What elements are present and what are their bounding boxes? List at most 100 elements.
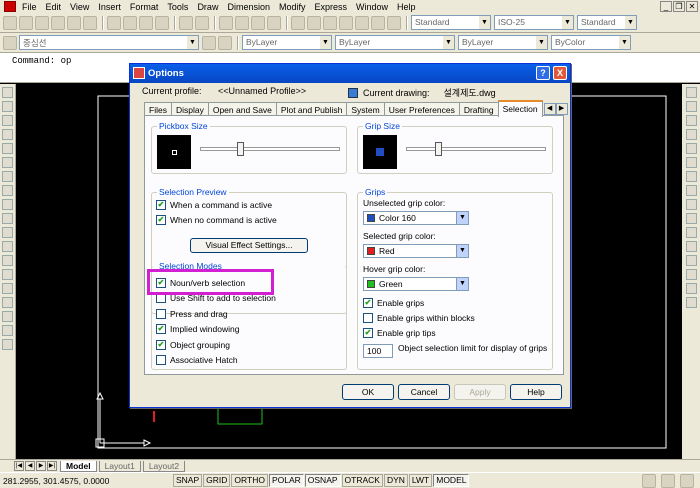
tab-layout2[interactable]: Layout2: [142, 460, 186, 472]
dialog-titlebar[interactable]: Options ? X: [130, 64, 570, 83]
visual-effect-settings-button[interactable]: Visual Effect Settings...: [190, 238, 308, 253]
menu-express[interactable]: Express: [315, 2, 348, 12]
ortho-button[interactable]: ORTHO: [231, 474, 268, 487]
checkbox-box[interactable]: ✔: [363, 328, 373, 338]
print-icon[interactable]: [51, 15, 65, 30]
dyn-button[interactable]: DYN: [383, 474, 408, 487]
layer-previous-icon[interactable]: [218, 35, 232, 50]
region-icon[interactable]: [2, 311, 13, 322]
copy-icon[interactable]: [123, 15, 137, 30]
paste-icon[interactable]: [139, 15, 153, 30]
unselected-grip-color-select[interactable]: Color 160 ▼: [363, 211, 469, 225]
osnap-button[interactable]: OSNAP: [304, 474, 341, 487]
mtext-icon[interactable]: [2, 339, 13, 350]
hatch-icon[interactable]: [2, 283, 13, 294]
lineweight-select[interactable]: ByLayer ▼: [458, 35, 548, 50]
save-icon[interactable]: [35, 15, 49, 30]
checkbox-box[interactable]: ✔: [156, 215, 166, 225]
circle-icon[interactable]: [2, 171, 13, 182]
help-icon[interactable]: [387, 15, 401, 30]
menu-edit[interactable]: Edit: [46, 2, 62, 12]
cut-icon[interactable]: [107, 15, 121, 30]
when-no-command-active-checkbox[interactable]: ✔ When no command is active: [156, 215, 277, 225]
enable-grips-checkbox[interactable]: ✔ Enable grips: [363, 298, 424, 308]
prev-tab-icon[interactable]: ◀: [25, 461, 35, 471]
tab-display[interactable]: Display: [170, 102, 209, 116]
menu-window[interactable]: Window: [356, 2, 388, 12]
last-tab-icon[interactable]: ▶|: [47, 461, 57, 471]
menu-insert[interactable]: Insert: [98, 2, 121, 12]
zoom-previous-icon[interactable]: [267, 15, 281, 30]
table-style-select[interactable]: Standard ▼: [577, 15, 637, 30]
trim-icon[interactable]: [685, 213, 697, 224]
array-icon[interactable]: [685, 143, 697, 154]
text-style-select[interactable]: Standard ▼: [411, 15, 491, 30]
lwt-button[interactable]: LWT: [408, 474, 433, 487]
redo-icon[interactable]: [195, 15, 209, 30]
menu-view[interactable]: View: [70, 2, 89, 12]
revision-cloud-icon[interactable]: [2, 185, 13, 196]
markup-icon[interactable]: [355, 15, 369, 30]
tab-scroll-left-icon[interactable]: ◀: [543, 103, 556, 115]
tab-user-preferences[interactable]: User Preferences: [383, 102, 460, 116]
fillet-icon[interactable]: [685, 283, 697, 294]
spline-icon[interactable]: [2, 199, 13, 210]
join-icon[interactable]: [685, 255, 697, 266]
cancel-button[interactable]: Cancel: [398, 384, 450, 400]
ok-button[interactable]: OK: [342, 384, 394, 400]
zoom-realtime-icon[interactable]: [235, 15, 249, 30]
tab-model[interactable]: Model: [60, 460, 97, 472]
otrack-button[interactable]: OTRACK: [341, 474, 383, 487]
press-and-drag-checkbox[interactable]: Press and drag: [156, 309, 228, 319]
close-icon[interactable]: ✕: [686, 1, 698, 12]
clean-screen-icon[interactable]: [680, 473, 694, 488]
first-tab-icon[interactable]: |◀: [14, 461, 24, 471]
zoom-window-icon[interactable]: [251, 15, 265, 30]
plotstyle-select[interactable]: ByColor ▼: [551, 35, 631, 50]
grip-limit-input[interactable]: 100: [363, 344, 393, 358]
grip-size-slider[interactable]: [406, 142, 546, 160]
tab-selection[interactable]: Selection: [497, 100, 543, 117]
checkbox-box[interactable]: ✔: [156, 200, 166, 210]
checkbox-box[interactable]: ✔: [363, 298, 373, 308]
menu-help[interactable]: Help: [397, 2, 416, 12]
make-current-icon[interactable]: [202, 35, 216, 50]
next-tab-icon[interactable]: ▶: [36, 461, 46, 471]
restore-icon[interactable]: ❐: [673, 1, 685, 12]
menu-draw[interactable]: Draw: [197, 2, 218, 12]
insert-block-icon[interactable]: [2, 241, 13, 252]
checkbox-box[interactable]: ✔: [156, 340, 166, 350]
dim-style-select[interactable]: ISO-25 ▼: [494, 15, 574, 30]
sheet-set-icon[interactable]: [339, 15, 353, 30]
rotate-icon[interactable]: [685, 171, 697, 182]
checkbox-box[interactable]: [156, 309, 166, 319]
polyline-icon[interactable]: [2, 115, 13, 126]
design-center-icon[interactable]: [307, 15, 321, 30]
polygon-icon[interactable]: [2, 129, 13, 140]
implied-windowing-checkbox[interactable]: ✔ Implied windowing: [156, 324, 239, 334]
explode-icon[interactable]: [685, 297, 697, 308]
table-icon[interactable]: [2, 325, 13, 336]
menu-format[interactable]: Format: [130, 2, 159, 12]
tool-palettes-icon[interactable]: [323, 15, 337, 30]
publish-icon[interactable]: [83, 15, 97, 30]
construction-line-icon[interactable]: [2, 101, 13, 112]
dialog-close-icon[interactable]: X: [553, 66, 567, 80]
scale-icon[interactable]: [685, 185, 697, 196]
lock-icon[interactable]: [661, 473, 675, 488]
layer-select[interactable]: 중심선 ▼: [19, 35, 199, 50]
tab-drafting[interactable]: Drafting: [458, 102, 499, 116]
tab-layout1[interactable]: Layout1: [98, 460, 141, 472]
preview-icon[interactable]: [67, 15, 81, 30]
color-select[interactable]: ByLayer ▼: [242, 35, 332, 50]
help-button[interactable]: Help: [510, 384, 562, 400]
when-command-active-checkbox[interactable]: ✔ When a command is active: [156, 200, 272, 210]
pickbox-slider[interactable]: [200, 142, 340, 160]
ellipse-arc-icon[interactable]: [2, 227, 13, 238]
menu-modify[interactable]: Modify: [279, 2, 306, 12]
checkbox-box[interactable]: [156, 355, 166, 365]
extend-icon[interactable]: [685, 227, 697, 238]
calculator-icon[interactable]: [371, 15, 385, 30]
arc-icon[interactable]: [2, 157, 13, 168]
match-properties-icon[interactable]: [155, 15, 169, 30]
